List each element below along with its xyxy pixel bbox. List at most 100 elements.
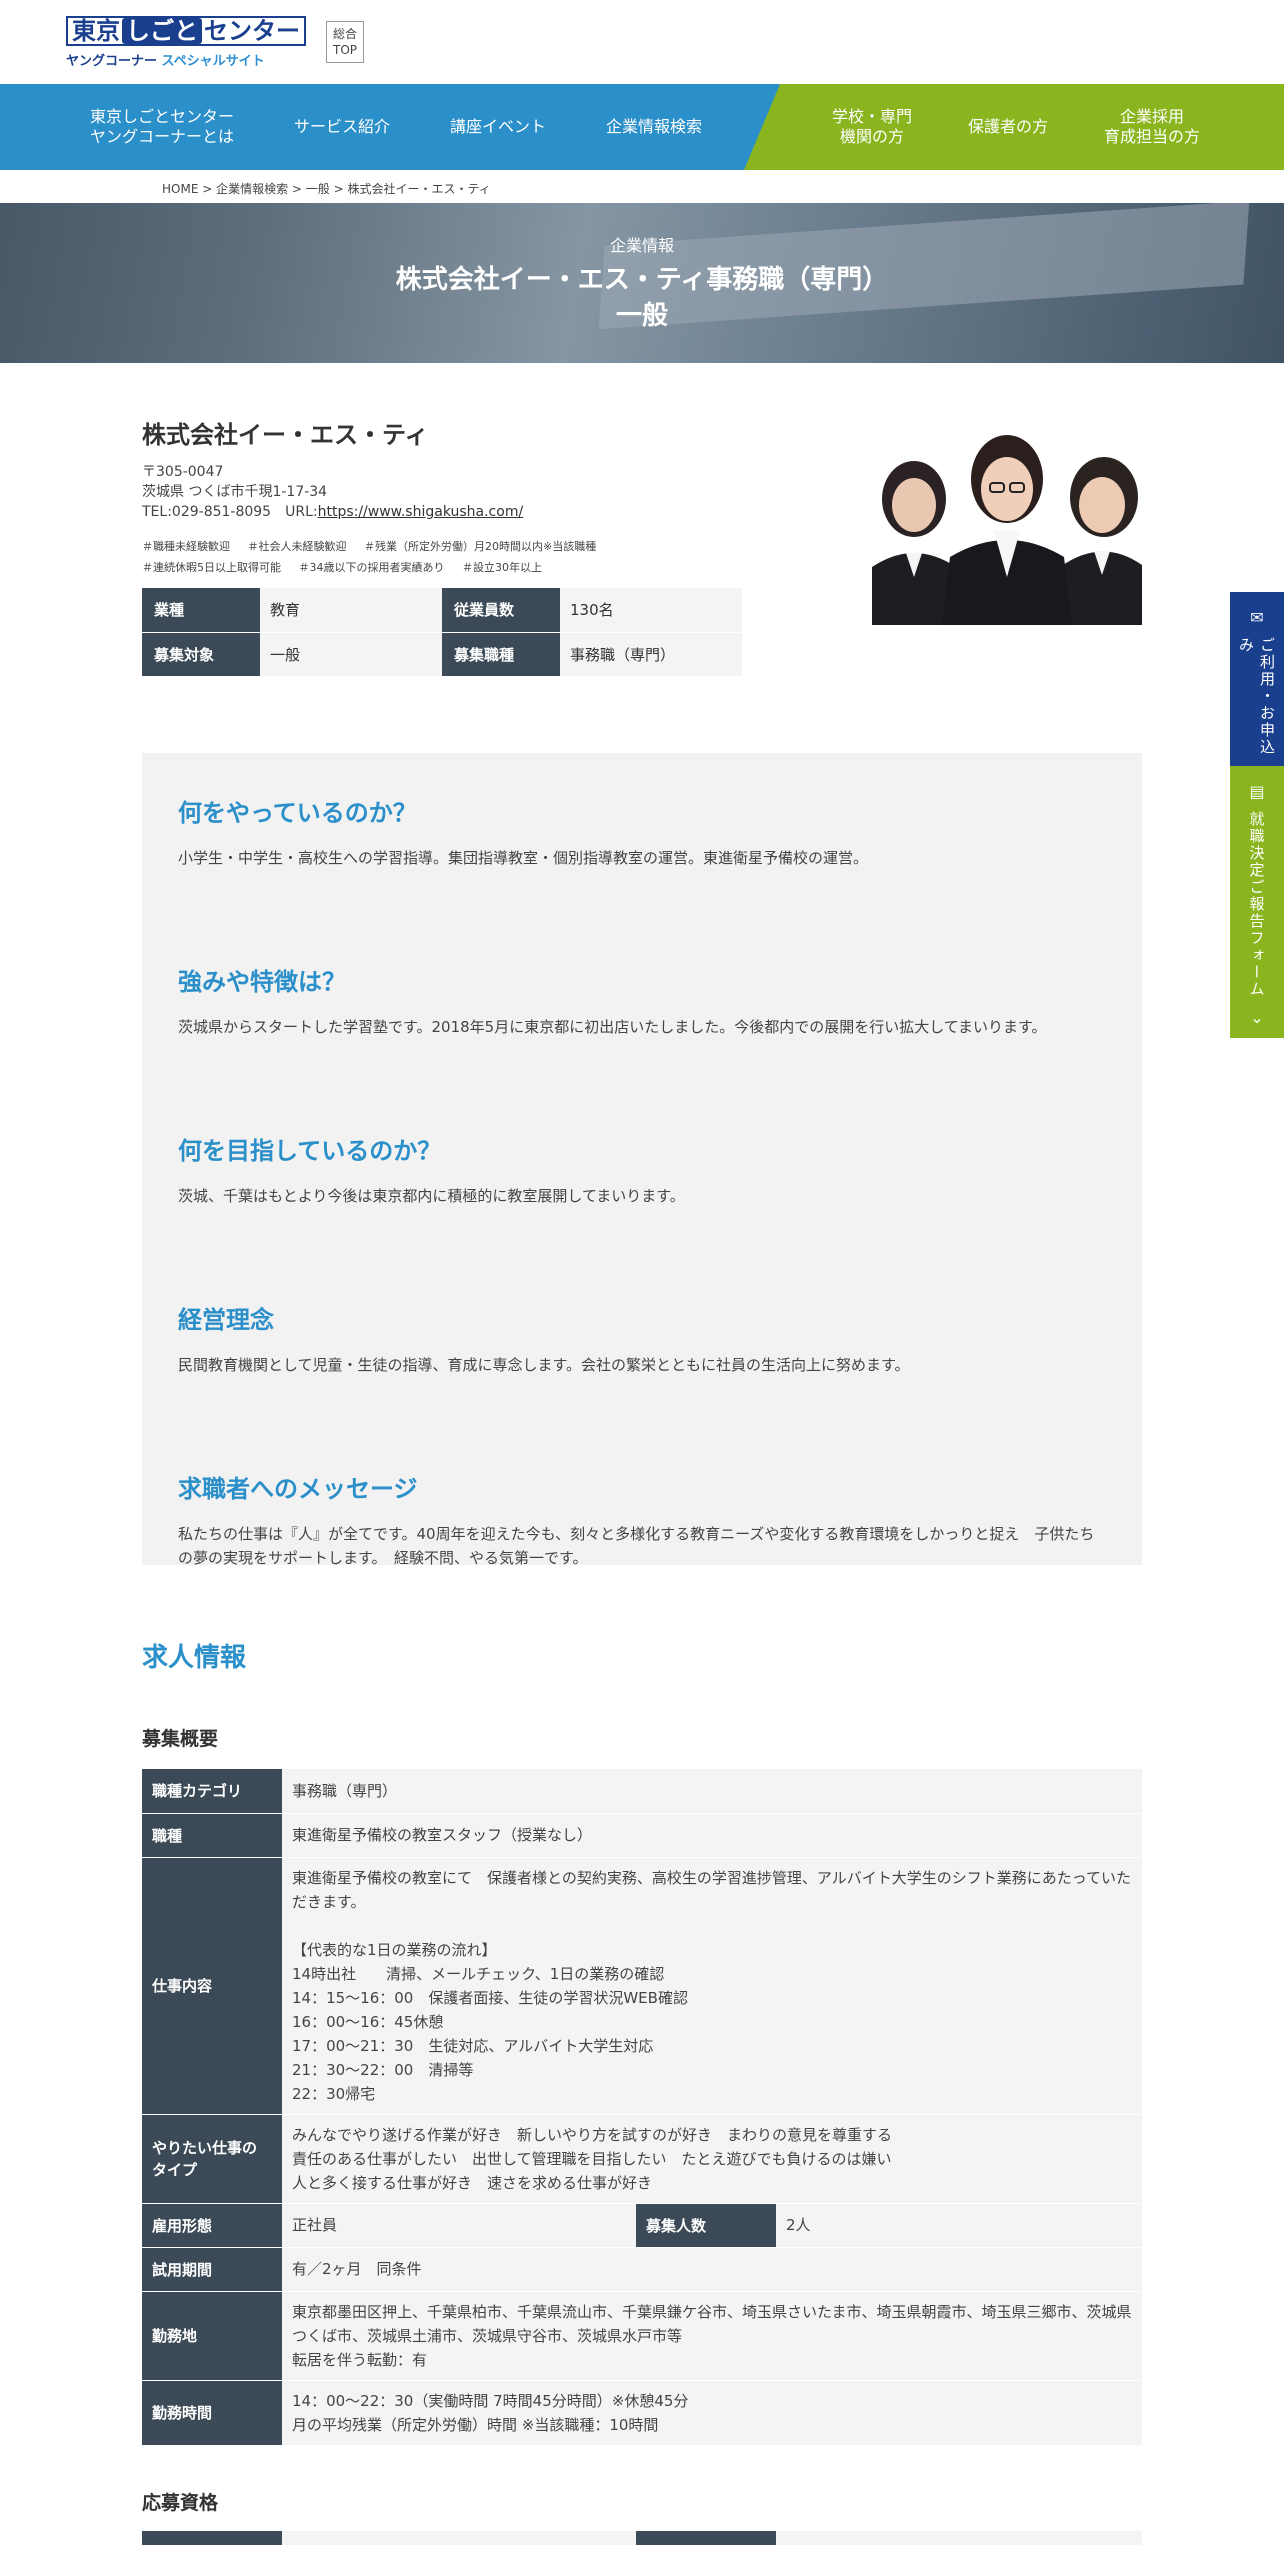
table-row: 募集対象 一般 募集職種 事務職（専門）	[142, 632, 742, 677]
qualification-table-top	[142, 2530, 1142, 2545]
feature-message: 求職者へのメッセージ 私たちの仕事は『人』が全てです。40周年を迎えた今も、刻々…	[178, 1469, 1106, 1626]
work-type-value: みんなでやり遂げる作業が好き 新しいやり方を試すのが好き まわりの意見を尊重する…	[282, 2114, 1142, 2204]
table-row: やりたい仕事の タイプ みんなでやり遂げる作業が好き 新しいやり方を試すのが好き…	[142, 2114, 1142, 2204]
employees-label: 従業員数	[442, 588, 560, 633]
page-title-line-1: 株式会社イー・エス・ティ事務職（専門）	[395, 265, 889, 295]
logo-sub-right: スペシャルサイト	[161, 53, 265, 69]
job-info-heading: 求人情報	[142, 1643, 247, 1673]
trial-label: 試用期間	[142, 2247, 282, 2292]
feature-title: 経営理念	[178, 1306, 274, 1334]
table-row: 業種 教育 従業員数 130名	[142, 588, 742, 633]
job-info: 求人情報 募集概要 職種カテゴリ 事務職（専門） 職種 東進衛星予備校の教室スタ…	[0, 1637, 1284, 2545]
apply-tab-label: ご利用・お申込み	[1237, 637, 1276, 756]
company-url-link[interactable]: https://www.shigakusha.com/	[318, 504, 524, 520]
tag: ＃設立30年以上	[462, 561, 542, 574]
work-type-label: やりたい仕事の タイプ	[142, 2114, 282, 2204]
logo-word-3: センター	[204, 16, 300, 45]
company-summary-table: 業種 教育 従業員数 130名 募集対象 一般 募集職種 事務職（専門）	[142, 588, 742, 677]
mail-icon: ✉	[1250, 608, 1264, 627]
table-row: 仕事内容 東進衛星予備校の教室にて 保護者様との契約実務、高校生の学習進捗管理、…	[142, 1857, 1142, 2115]
company-tel: TEL:029-851-8095 URL:	[142, 504, 318, 520]
logo-sub: ヤングコーナー スペシャルサイト	[66, 50, 306, 69]
openings-value: 2人	[776, 2203, 1142, 2248]
page-title: 株式会社イー・エス・ティ事務職（専門） 一般	[396, 262, 888, 334]
table-row: 職種カテゴリ 事務職（専門）	[142, 1769, 1142, 1814]
hero-label: 企業情報	[609, 236, 674, 255]
site-header: 東京 しごと センター ヤングコーナー スペシャルサイト 総合 TOP	[0, 0, 1284, 84]
nav-blue-group: 東京しごとセンター ヤングコーナーとは サービス紹介 講座イベント 企業情報検索	[0, 84, 780, 170]
feature-title: 何を目指しているのか？	[178, 1137, 442, 1165]
tag: ＃34歳以下の採用者実績あり	[298, 561, 445, 574]
job-title-value: 東進衛星予備校の教室スタッフ（授業なし）	[282, 1813, 1142, 1858]
target-label: 募集対象	[142, 632, 260, 677]
industry-label: 業種	[142, 588, 260, 633]
logo-sub-left: ヤングコーナー	[66, 53, 158, 69]
nav-company-search[interactable]: 企業情報検索	[576, 117, 732, 137]
chevron-down-icon: ⌄	[1250, 1008, 1264, 1027]
company-tags: ＃職種未経験歓迎 ＃社会人未経験歓迎 ＃残業（所定外労働）月20時間以内※当該職…	[142, 536, 662, 578]
hero-text: 企業情報 株式会社イー・エス・ティ事務職（専門） 一般	[0, 203, 1284, 363]
logo-word-2: しごと	[122, 17, 202, 44]
nav-about[interactable]: 東京しごとセンター ヤングコーナーとは	[60, 107, 264, 147]
nav-employers[interactable]: 企業採用 育成担当の方	[1076, 107, 1228, 147]
report-tab-label: 就職決定ご報告フォーム	[1247, 811, 1266, 998]
employees-value: 130名	[560, 588, 742, 633]
company-info: 株式会社イー・エス・ティ 〒305-0047 茨城県 つくば市千現1-17-34…	[0, 363, 1284, 753]
general-top-button[interactable]: 総合 TOP	[326, 21, 365, 63]
tag: ＃残業（所定外労働）月20時間以内※当該職種	[364, 540, 597, 553]
nav-schools[interactable]: 学校・専門 機関の方	[804, 107, 940, 147]
hours-label: 勤務時間	[142, 2380, 282, 2446]
feature-philosophy: 経営理念 民間教育機関として児童・生徒の指導、育成に専念します。会社の繁栄ととも…	[178, 1300, 1106, 1457]
nav-green-group: 学校・専門 機関の方 保護者の方 企業採用 育成担当の方	[744, 84, 1284, 170]
location-label: 勤務地	[142, 2291, 282, 2381]
tag: ＃社会人未経験歓迎	[247, 540, 347, 553]
duties-label: 仕事内容	[142, 1857, 282, 2115]
overview-heading: 募集概要	[142, 1728, 219, 1750]
logo-main: 東京 しごと センター	[66, 15, 306, 46]
report-tab[interactable]: ▤ 就職決定ご報告フォーム ⌄	[1230, 766, 1284, 1038]
qual-cell	[282, 2530, 636, 2545]
feature-what: 何をやっているのか？ 小学生・中学生・高校生への学習指導。集団指導教室・個別指導…	[178, 793, 1106, 950]
apply-tab[interactable]: ✉ ご利用・お申込み	[1230, 592, 1284, 766]
target-value: 一般	[260, 632, 442, 677]
table-row: 職種 東進衛星予備校の教室スタッフ（授業なし）	[142, 1813, 1142, 1858]
job-value: 事務職（専門）	[560, 632, 742, 677]
employment-label: 雇用形態	[142, 2203, 282, 2248]
site-logo[interactable]: 東京 しごと センター ヤングコーナー スペシャルサイト	[66, 15, 306, 69]
feature-title: 強みや特徴は？	[178, 968, 346, 996]
duties-value: 東進衛星予備校の教室にて 保護者様との契約実務、高校生の学習進捗管理、アルバイト…	[282, 1857, 1142, 2115]
feature-body: 私たちの仕事は『人』が全てです。40周年を迎えた今も、刻々と多様化する教育ニーズ…	[178, 1525, 1095, 1567]
table-row: 試用期間 有／2ヶ月 同条件	[142, 2247, 1142, 2292]
qualification-heading: 応募資格	[142, 2491, 219, 2514]
tag: ＃連続休暇5日以上取得可能	[142, 561, 281, 574]
industry-value: 教育	[260, 588, 442, 633]
table-row: 勤務地 東京都墨田区押上、千葉県柏市、千葉県流山市、千葉県鎌ケ谷市、埼玉県さいた…	[142, 2291, 1142, 2381]
hours-value: 14：00～22：30（実働時間 7時間45分時間）※休憩45分 月の平均残業（…	[282, 2380, 1142, 2446]
job-overview-table: 職種カテゴリ 事務職（専門） 職種 東進衛星予備校の教室スタッフ（授業なし） 仕…	[142, 1769, 1142, 2446]
qual-cell	[636, 2530, 776, 2545]
job-label: 募集職種	[442, 632, 560, 677]
feature-strengths: 強みや特徴は？ 茨城県からスタートした学習塾です。2018年5月に東京都に初出店…	[178, 962, 1106, 1119]
side-tabs: ✉ ご利用・お申込み ▤ 就職決定ご報告フォーム ⌄	[1230, 592, 1284, 1038]
feature-title: 求職者へのメッセージ	[178, 1475, 418, 1503]
job-title-label: 職種	[142, 1813, 282, 1858]
nav-parents[interactable]: 保護者の方	[940, 117, 1076, 137]
category-value: 事務職（専門）	[282, 1769, 1142, 1814]
company-feature-box: 何をやっているのか？ 小学生・中学生・高校生への学習指導。集団指導教室・個別指導…	[142, 753, 1142, 1567]
nav-events[interactable]: 講座イベント	[420, 117, 576, 137]
global-nav: 東京しごとセンター ヤングコーナーとは サービス紹介 講座イベント 企業情報検索…	[0, 84, 1284, 170]
breadcrumb[interactable]: HOME > 企業情報検索 > 一般 > 株式会社イー・エス・ティ	[0, 170, 1284, 203]
tag: ＃職種未経験歓迎	[142, 540, 230, 553]
qual-cell	[142, 2530, 282, 2545]
openings-label: 募集人数	[636, 2203, 776, 2248]
hero-banner: 企業情報 株式会社イー・エス・ティ事務職（専門） 一般	[0, 203, 1284, 363]
nav-services[interactable]: サービス紹介	[264, 117, 420, 137]
page-title-line-2: 一般	[615, 301, 668, 331]
logo-word-1: 東京	[72, 16, 120, 45]
document-icon: ▤	[1249, 782, 1265, 801]
location-value: 東京都墨田区押上、千葉県柏市、千葉県流山市、千葉県鎌ケ谷市、埼玉県さいたま市、埼…	[282, 2291, 1142, 2381]
feature-body: 茨城、千葉はもとより今後は東京都内に積極的に教室展開してまいります。	[178, 1187, 685, 1205]
feature-title: 何をやっているのか？	[178, 799, 417, 827]
trial-value: 有／2ヶ月 同条件	[282, 2247, 1142, 2292]
feature-body: 小学生・中学生・高校生への学習指導。集団指導教室・個別指導教室の運営。東進衛星予…	[178, 849, 869, 867]
